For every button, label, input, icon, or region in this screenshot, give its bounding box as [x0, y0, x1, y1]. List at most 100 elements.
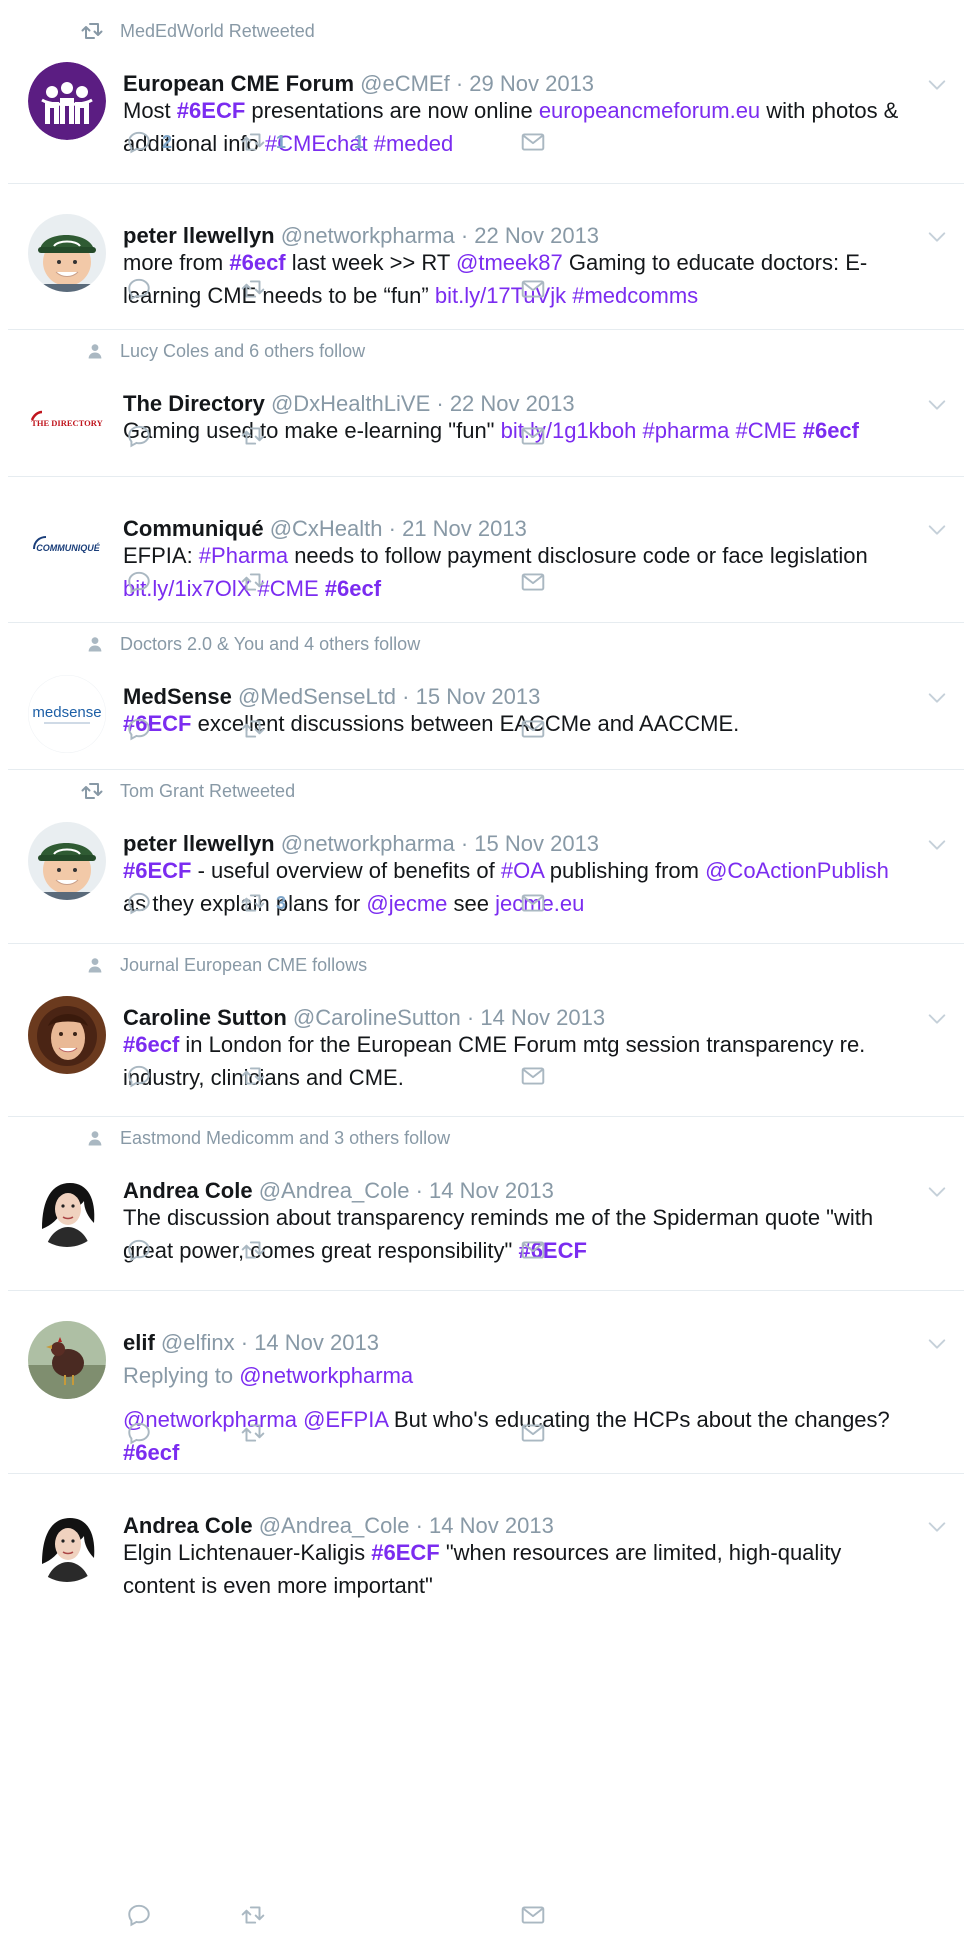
- retweet-button[interactable]: 3: [240, 888, 286, 918]
- avatar[interactable]: [28, 62, 106, 140]
- hashtag-link[interactable]: #6ECF: [123, 858, 191, 883]
- tweet[interactable]: Tom Grant Retweeted peter llewellyn @netw…: [8, 769, 964, 943]
- tweet-context[interactable]: Eastmond Medicomm and 3 others follow: [80, 1127, 450, 1149]
- direct-message-button[interactable]: [520, 1418, 546, 1448]
- chevron-down-icon[interactable]: [926, 519, 948, 541]
- tweet[interactable]: elif @elfinx · 14 Nov 2013 Replying to @n…: [8, 1290, 964, 1473]
- display-name[interactable]: elif: [123, 1330, 155, 1355]
- tweet-context[interactable]: Lucy Coles and 6 others follow: [80, 340, 365, 362]
- display-name[interactable]: Communiqué: [123, 516, 264, 541]
- chevron-down-icon[interactable]: [926, 1181, 948, 1203]
- retweet-button[interactable]: [240, 1061, 276, 1091]
- user-handle[interactable]: @eCMEf: [360, 71, 450, 96]
- chevron-down-icon[interactable]: [926, 834, 948, 856]
- direct-message-button[interactable]: [520, 274, 546, 304]
- reply-button[interactable]: [126, 421, 162, 451]
- avatar[interactable]: [28, 1169, 106, 1247]
- user-handle[interactable]: @networkpharma: [281, 223, 455, 248]
- display-name[interactable]: peter llewellyn: [123, 223, 275, 248]
- hashtag-link[interactable]: #6ecf: [229, 250, 285, 275]
- direct-message-button[interactable]: [520, 1061, 546, 1091]
- hashtag-link[interactable]: #Pharma: [199, 543, 288, 568]
- tweet[interactable]: Doctors 2.0 & You and 4 others follow med…: [8, 622, 964, 769]
- timestamp[interactable]: · 22 Nov 2013: [436, 391, 574, 416]
- tweet[interactable]: Eastmond Medicomm and 3 others follow And…: [8, 1116, 964, 1290]
- tweet[interactable]: peter llewellyn @networkpharma · 22 Nov …: [8, 183, 964, 329]
- retweet-button[interactable]: [240, 714, 276, 744]
- reply-button[interactable]: 2: [126, 127, 172, 157]
- timestamp[interactable]: · 21 Nov 2013: [389, 516, 527, 541]
- avatar[interactable]: COMMUNIQUÉ: [28, 507, 106, 585]
- user-handle[interactable]: @MedSenseLtd: [238, 684, 396, 709]
- chevron-down-icon[interactable]: [926, 1516, 948, 1538]
- reply-button[interactable]: [126, 888, 162, 918]
- direct-message-button[interactable]: [520, 567, 546, 597]
- avatar[interactable]: [28, 1321, 106, 1399]
- tweet[interactable]: MedEdWorld Retweeted European CME Forum @…: [8, 10, 964, 183]
- hashtag-link[interactable]: #OA: [501, 858, 544, 883]
- timestamp[interactable]: · 15 Nov 2013: [402, 684, 540, 709]
- hashtag-link[interactable]: #6ECF: [371, 1540, 439, 1565]
- retweet-button[interactable]: [240, 421, 276, 451]
- hashtag-link[interactable]: #6ecf: [803, 418, 859, 443]
- retweet-button[interactable]: [240, 1900, 276, 1930]
- avatar[interactable]: [28, 822, 106, 900]
- reply-button[interactable]: [126, 1900, 162, 1930]
- chevron-down-icon[interactable]: [926, 394, 948, 416]
- text-link[interactable]: europeancmeforum.eu: [539, 98, 760, 123]
- avatar[interactable]: [28, 1504, 106, 1582]
- tweet[interactable]: Lucy Coles and 6 others follow THE DIRECT…: [8, 329, 964, 476]
- user-handle[interactable]: @DxHealthLiVE: [271, 391, 430, 416]
- hashtag-link[interactable]: #CME: [735, 418, 796, 443]
- reply-button[interactable]: [126, 714, 162, 744]
- reply-button[interactable]: [126, 1235, 162, 1265]
- reply-button[interactable]: [126, 1418, 162, 1448]
- hashtag-link[interactable]: #6ecf: [123, 1032, 179, 1057]
- direct-message-button[interactable]: [520, 1235, 546, 1265]
- avatar[interactable]: medsense: [28, 675, 106, 753]
- avatar[interactable]: [28, 214, 106, 292]
- direct-message-button[interactable]: [520, 714, 546, 744]
- timestamp[interactable]: · 29 Nov 2013: [456, 71, 594, 96]
- retweet-button[interactable]: [240, 1418, 276, 1448]
- chevron-down-icon[interactable]: [926, 226, 948, 248]
- user-handle[interactable]: @Andrea_Cole: [259, 1513, 410, 1538]
- display-name[interactable]: The Directory: [123, 391, 265, 416]
- retweet-button[interactable]: [240, 567, 276, 597]
- user-handle[interactable]: @CxHealth: [270, 516, 383, 541]
- chevron-down-icon[interactable]: [926, 1008, 948, 1030]
- timestamp[interactable]: · 14 Nov 2013: [416, 1513, 554, 1538]
- user-handle[interactable]: @CarolineSutton: [293, 1005, 461, 1030]
- user-handle[interactable]: @networkpharma: [281, 831, 455, 856]
- display-name[interactable]: peter llewellyn: [123, 831, 275, 856]
- reply-button[interactable]: [126, 567, 162, 597]
- reply-button[interactable]: [126, 1061, 162, 1091]
- user-handle[interactable]: @Andrea_Cole: [259, 1178, 410, 1203]
- timestamp[interactable]: · 14 Nov 2013: [241, 1330, 379, 1355]
- avatar[interactable]: [28, 996, 106, 1074]
- chevron-down-icon[interactable]: [926, 74, 948, 96]
- timestamp[interactable]: · 14 Nov 2013: [467, 1005, 605, 1030]
- text-link[interactable]: @CoActionPublish: [705, 858, 889, 883]
- direct-message-button[interactable]: [520, 888, 546, 918]
- direct-message-button[interactable]: [520, 421, 546, 451]
- tweet-context[interactable]: Journal European CME follows: [80, 954, 367, 976]
- replying-handle[interactable]: @networkpharma: [239, 1363, 413, 1388]
- display-name[interactable]: Caroline Sutton: [123, 1005, 287, 1030]
- tweet[interactable]: Andrea Cole @Andrea_Cole · 14 Nov 2013 El…: [8, 1473, 964, 1955]
- display-name[interactable]: Andrea Cole: [123, 1178, 253, 1203]
- hashtag-link[interactable]: #pharma: [643, 418, 730, 443]
- hashtag-link[interactable]: #6ECF: [177, 98, 245, 123]
- retweet-button[interactable]: [240, 274, 276, 304]
- user-handle[interactable]: @elfinx: [161, 1330, 235, 1355]
- retweet-button[interactable]: [240, 1235, 276, 1265]
- tweet-context[interactable]: MedEdWorld Retweeted: [80, 20, 315, 42]
- direct-message-button[interactable]: [520, 1900, 546, 1930]
- tweet[interactable]: Journal European CME follows Caroline Sut…: [8, 943, 964, 1116]
- display-name[interactable]: Andrea Cole: [123, 1513, 253, 1538]
- timestamp[interactable]: · 14 Nov 2013: [416, 1178, 554, 1203]
- retweet-button[interactable]: 1: [240, 127, 286, 157]
- tweet-context[interactable]: Doctors 2.0 & You and 4 others follow: [80, 633, 420, 655]
- chevron-down-icon[interactable]: [926, 1333, 948, 1355]
- tweet[interactable]: COMMUNIQUÉ Communiqué @CxHealth · 21 Nov …: [8, 476, 964, 622]
